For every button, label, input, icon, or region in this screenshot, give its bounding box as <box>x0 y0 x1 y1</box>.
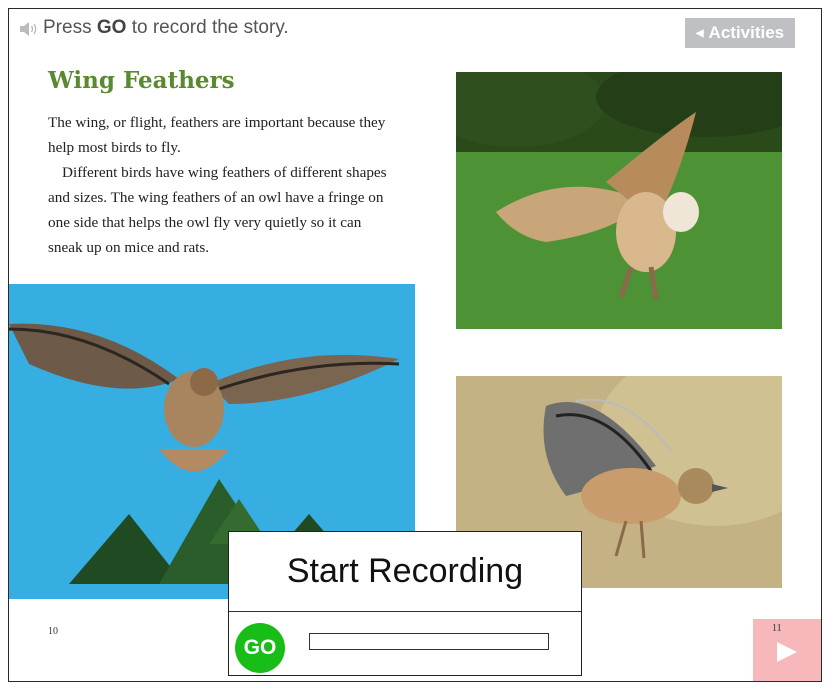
activities-label: Activities <box>708 23 785 42</box>
next-page-button[interactable] <box>753 619 821 681</box>
play-arrow-icon <box>777 642 797 662</box>
speaker-icon[interactable] <box>19 21 39 37</box>
paragraph-1: The wing, or flight, feathers are import… <box>48 114 386 156</box>
go-button[interactable]: GO <box>235 623 285 673</box>
paragraph-2: Different birds have wing feathers of di… <box>48 164 387 256</box>
top-bar: Press GO to record the story. ◀ Activiti… <box>9 9 821 49</box>
activities-button[interactable]: ◀ Activities <box>685 18 795 48</box>
recording-progress-bar <box>309 633 549 650</box>
page-title: Wing Feathers <box>48 67 235 94</box>
page-number-right: 11 <box>772 623 782 634</box>
owl-photo <box>456 72 782 329</box>
record-instruction: Press GO to record the story. <box>43 17 289 38</box>
back-arrow-icon: ◀ <box>695 27 704 39</box>
page-number-left: 10 <box>48 626 58 637</box>
recording-panel: Start Recording GO <box>228 531 582 676</box>
start-recording-button[interactable]: Start Recording <box>229 532 581 612</box>
